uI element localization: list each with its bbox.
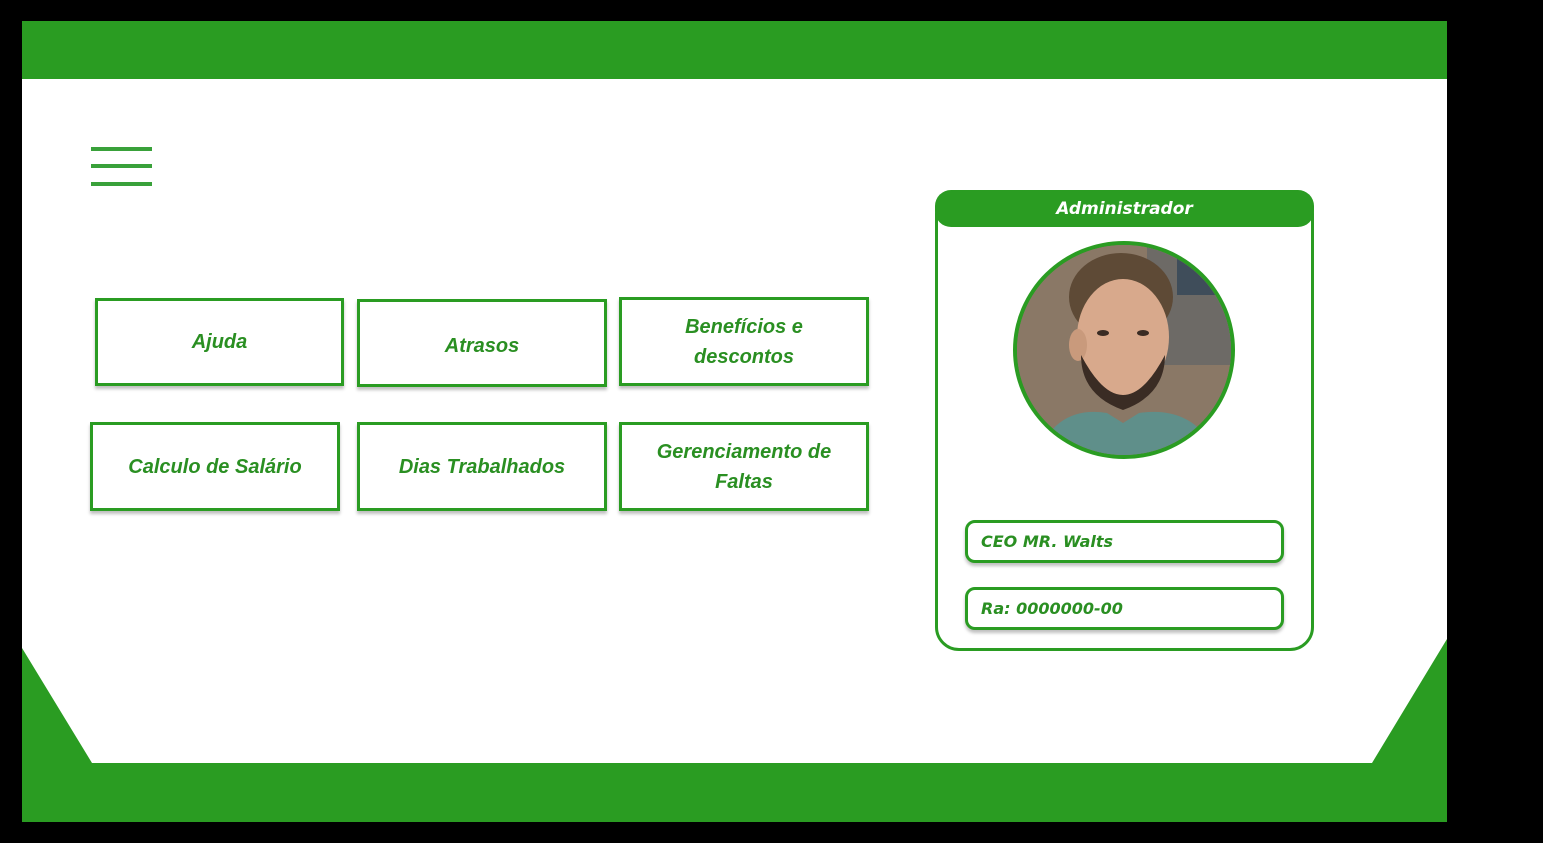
tile-beneficios-descontos[interactable]: Benefícios e descontos (619, 297, 869, 386)
profile-ra: Ra: 0000000-00 (981, 599, 1123, 618)
tile-label: Dias Trabalhados (398, 455, 566, 478)
profile-ra-field: Ra: 0000000-00 (965, 587, 1284, 630)
tile-atrasos[interactable]: Atrasos (357, 299, 607, 387)
profile-photo (1017, 245, 1231, 455)
photo-eye-left (1097, 330, 1109, 336)
profile-name: CEO MR. Walts (981, 532, 1114, 551)
profile-name-field: CEO MR. Walts (965, 520, 1284, 563)
tile-label: Calculo de Salário (128, 455, 302, 478)
tile-label-line2: descontos (693, 345, 795, 368)
tile-dias-trabalhados[interactable]: Dias Trabalhados (357, 422, 607, 511)
tile-gerenciamento-faltas[interactable]: Gerenciamento de Faltas (619, 422, 869, 511)
photo-ear (1069, 329, 1087, 361)
tile-calculo-salario[interactable]: Calculo de Salário (90, 422, 340, 511)
tile-ajuda[interactable]: Ajuda (95, 298, 344, 386)
tile-label: Atrasos (444, 335, 520, 357)
tile-label-line1: Gerenciamento de (656, 440, 832, 463)
hamburger-menu-icon[interactable] (91, 145, 153, 189)
menu-line (91, 182, 152, 186)
header-bar (22, 21, 1447, 79)
profile-role: Administrador (1056, 198, 1193, 219)
footer-band (22, 639, 1447, 822)
menu-line (91, 147, 152, 151)
menu-line (91, 164, 152, 168)
tile-label: Ajuda (191, 331, 248, 353)
avatar (1013, 241, 1235, 459)
photo-eye-right (1137, 330, 1149, 336)
app-frame: Ajuda Atrasos Benefícios e descontos Cal… (22, 21, 1447, 822)
tile-label-line1: Benefícios e (685, 315, 803, 338)
profile-role-header: Administrador (935, 190, 1314, 227)
tile-label-line2: Faltas (715, 470, 773, 493)
